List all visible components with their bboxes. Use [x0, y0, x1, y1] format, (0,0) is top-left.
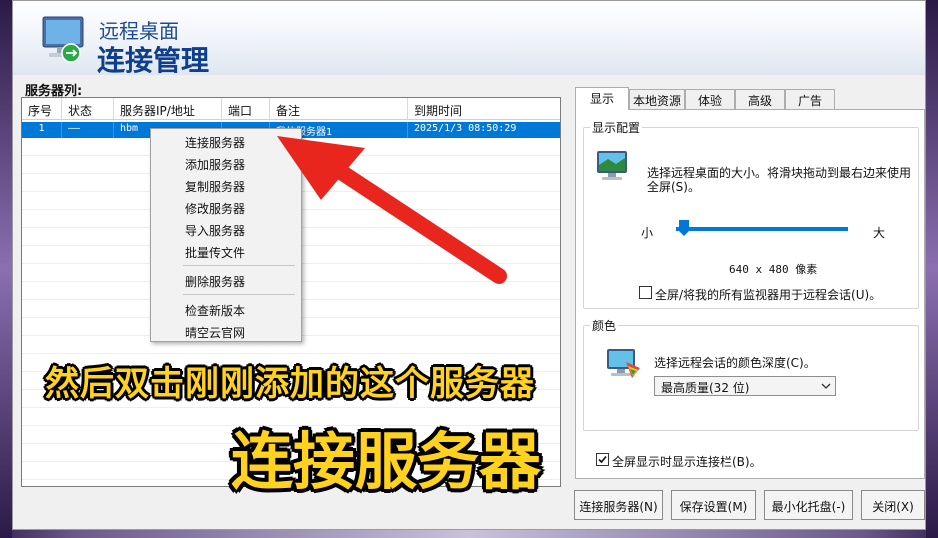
slider-min-label: 小 [641, 226, 654, 240]
caption-line-1: 然后双击刚刚添加的这个服务器 [45, 364, 535, 404]
column-header-expiry[interactable]: 到期时间 [408, 98, 558, 119]
app-header: 远程桌面 连接管理 [13, 1, 925, 77]
resolution-slider-thumb[interactable] [678, 219, 690, 237]
check-icon [598, 455, 607, 464]
app-window: 远程桌面 连接管理 服务器列: 序号 状态 服务器IP/地址 端口 备注 到期时… [12, 0, 926, 530]
background-left [0, 0, 12, 538]
multi-monitor-label[interactable]: 全屏/将我的所有监视器用于远程会话(U)。 [655, 286, 881, 303]
slider-max-label: 大 [873, 226, 886, 240]
close-button[interactable]: 关闭(X) [861, 490, 925, 520]
display-tab-panel: 显示配置 选择远程桌面的大小。将滑块拖动到最右边来使用全屏(S)。 小 大 64… [575, 109, 925, 479]
background-right [926, 0, 938, 538]
menu-item-website[interactable]: 晴空云官网 [151, 321, 301, 341]
color-group-title: 颜色 [590, 317, 619, 334]
column-header-status[interactable]: 状态 [62, 98, 114, 119]
column-header-note[interactable]: 备注 [270, 98, 408, 119]
row-status: —— [62, 122, 114, 138]
color-palette-icon [607, 349, 640, 378]
display-config-title: 显示配置 [590, 119, 643, 136]
server-list-header: 序号 状态 服务器IP/地址 端口 备注 到期时间 [22, 98, 560, 120]
color-depth-value: 最高质量(32 位) [661, 381, 750, 395]
minimize-tray-button[interactable]: 最小化托盘(-) [764, 490, 853, 520]
app-title: 连接管理 [97, 44, 210, 77]
save-settings-button[interactable]: 保存设置(M) [671, 490, 756, 520]
tab-local-resources[interactable]: 本地资源 [629, 89, 685, 109]
tab-display[interactable]: 显示 [575, 87, 629, 110]
resolution-value: 640 x 480 像素 [729, 263, 818, 276]
remote-desktop-icon [42, 16, 84, 63]
column-header-address[interactable]: 服务器IP/地址 [114, 98, 222, 119]
chevron-down-icon [821, 383, 831, 389]
fullscreen-bar-label[interactable]: 全屏显示时显示连接栏(B)。 [612, 453, 762, 470]
color-depth-select[interactable]: 最高质量(32 位) [654, 376, 836, 396]
tab-ads[interactable]: 广告 [785, 89, 835, 109]
tab-advanced[interactable]: 高级 [735, 89, 785, 109]
display-description: 选择远程桌面的大小。将滑块拖动到最右边来使用全屏(S)。 [647, 166, 912, 194]
monitor-icon [597, 151, 627, 180]
caption-line-2: 连接服务器 [231, 425, 542, 498]
color-description: 选择远程会话的颜色深度(C)。 [654, 356, 816, 370]
tab-experience[interactable]: 体验 [685, 89, 735, 109]
row-index: 1 [22, 122, 62, 138]
red-arrow-annotation [277, 136, 507, 284]
column-header-index[interactable]: 序号 [22, 98, 62, 119]
fullscreen-bar-checkbox[interactable] [596, 453, 609, 466]
display-config-group: 显示配置 选择远程桌面的大小。将滑块拖动到最右边来使用全屏(S)。 小 大 64… [583, 119, 919, 309]
resolution-slider-track[interactable] [676, 227, 848, 231]
menu-item-check-update[interactable]: 检查新版本 [151, 299, 301, 319]
connect-server-button[interactable]: 连接服务器(N) [574, 490, 663, 520]
multi-monitor-checkbox[interactable] [639, 286, 652, 299]
column-header-port[interactable]: 端口 [222, 98, 270, 119]
